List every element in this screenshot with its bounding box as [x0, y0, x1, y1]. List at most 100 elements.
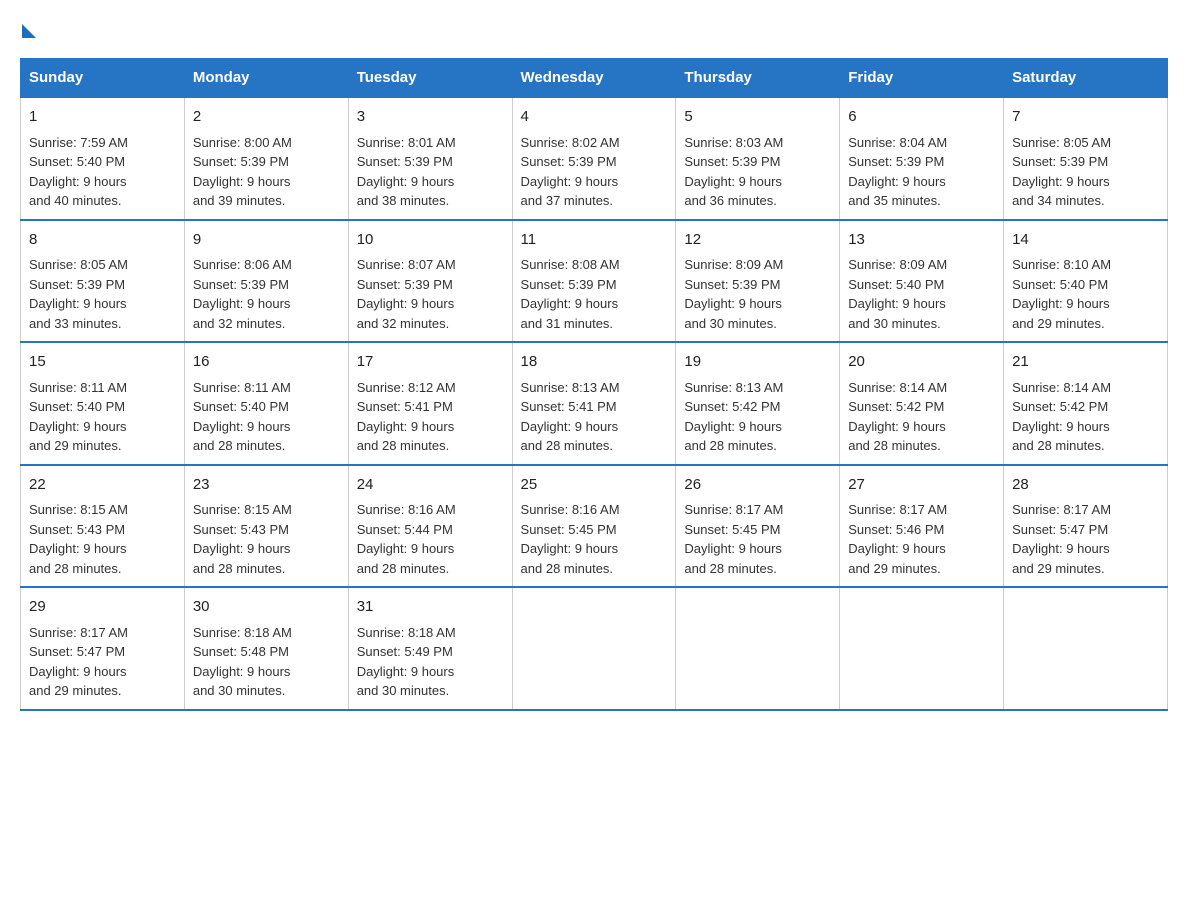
day-number: 26: [684, 474, 831, 497]
day-info: Sunrise: 8:18 AMSunset: 5:48 PMDaylight:…: [193, 625, 292, 699]
day-info: Sunrise: 8:14 AMSunset: 5:42 PMDaylight:…: [1012, 380, 1111, 454]
day-info: Sunrise: 8:01 AMSunset: 5:39 PMDaylight:…: [357, 135, 456, 209]
day-info: Sunrise: 8:02 AMSunset: 5:39 PMDaylight:…: [521, 135, 620, 209]
calendar-header-thursday: Thursday: [676, 59, 840, 98]
day-info: Sunrise: 8:18 AMSunset: 5:49 PMDaylight:…: [357, 625, 456, 699]
calendar-day-cell: 17 Sunrise: 8:12 AMSunset: 5:41 PMDaylig…: [348, 342, 512, 465]
calendar-day-cell: 26 Sunrise: 8:17 AMSunset: 5:45 PMDaylig…: [676, 465, 840, 588]
day-number: 21: [1012, 351, 1159, 374]
day-info: Sunrise: 8:07 AMSunset: 5:39 PMDaylight:…: [357, 257, 456, 331]
calendar-day-cell: 23 Sunrise: 8:15 AMSunset: 5:43 PMDaylig…: [184, 465, 348, 588]
calendar-header-row: SundayMondayTuesdayWednesdayThursdayFrid…: [21, 59, 1168, 98]
day-number: 28: [1012, 474, 1159, 497]
calendar-header-saturday: Saturday: [1004, 59, 1168, 98]
day-info: Sunrise: 8:16 AMSunset: 5:45 PMDaylight:…: [521, 502, 620, 576]
day-number: 19: [684, 351, 831, 374]
day-info: Sunrise: 8:12 AMSunset: 5:41 PMDaylight:…: [357, 380, 456, 454]
day-number: 4: [521, 106, 668, 129]
calendar-day-cell: 19 Sunrise: 8:13 AMSunset: 5:42 PMDaylig…: [676, 342, 840, 465]
day-info: Sunrise: 8:13 AMSunset: 5:42 PMDaylight:…: [684, 380, 783, 454]
calendar-day-cell: 22 Sunrise: 8:15 AMSunset: 5:43 PMDaylig…: [21, 465, 185, 588]
calendar-day-cell: 5 Sunrise: 8:03 AMSunset: 5:39 PMDayligh…: [676, 97, 840, 220]
day-info: Sunrise: 8:04 AMSunset: 5:39 PMDaylight:…: [848, 135, 947, 209]
calendar-day-cell: 10 Sunrise: 8:07 AMSunset: 5:39 PMDaylig…: [348, 220, 512, 343]
day-number: 16: [193, 351, 340, 374]
day-info: Sunrise: 8:17 AMSunset: 5:47 PMDaylight:…: [1012, 502, 1111, 576]
day-number: 5: [684, 106, 831, 129]
calendar-header-monday: Monday: [184, 59, 348, 98]
calendar-day-cell: 8 Sunrise: 8:05 AMSunset: 5:39 PMDayligh…: [21, 220, 185, 343]
day-number: 10: [357, 229, 504, 252]
day-info: Sunrise: 8:05 AMSunset: 5:39 PMDaylight:…: [29, 257, 128, 331]
day-info: Sunrise: 8:15 AMSunset: 5:43 PMDaylight:…: [29, 502, 128, 576]
calendar-day-cell: 1 Sunrise: 7:59 AMSunset: 5:40 PMDayligh…: [21, 97, 185, 220]
day-number: 13: [848, 229, 995, 252]
day-number: 1: [29, 106, 176, 129]
day-number: 3: [357, 106, 504, 129]
day-number: 22: [29, 474, 176, 497]
day-info: Sunrise: 8:03 AMSunset: 5:39 PMDaylight:…: [684, 135, 783, 209]
calendar-header-sunday: Sunday: [21, 59, 185, 98]
calendar-day-cell: 13 Sunrise: 8:09 AMSunset: 5:40 PMDaylig…: [840, 220, 1004, 343]
day-number: 23: [193, 474, 340, 497]
calendar-week-row: 22 Sunrise: 8:15 AMSunset: 5:43 PMDaylig…: [21, 465, 1168, 588]
day-number: 20: [848, 351, 995, 374]
calendar-day-cell: [1004, 587, 1168, 710]
calendar-day-cell: 15 Sunrise: 8:11 AMSunset: 5:40 PMDaylig…: [21, 342, 185, 465]
calendar-table: SundayMondayTuesdayWednesdayThursdayFrid…: [20, 58, 1168, 711]
day-info: Sunrise: 8:10 AMSunset: 5:40 PMDaylight:…: [1012, 257, 1111, 331]
calendar-day-cell: 30 Sunrise: 8:18 AMSunset: 5:48 PMDaylig…: [184, 587, 348, 710]
calendar-day-cell: 6 Sunrise: 8:04 AMSunset: 5:39 PMDayligh…: [840, 97, 1004, 220]
day-number: 25: [521, 474, 668, 497]
day-info: Sunrise: 8:11 AMSunset: 5:40 PMDaylight:…: [193, 380, 291, 454]
day-info: Sunrise: 8:09 AMSunset: 5:39 PMDaylight:…: [684, 257, 783, 331]
day-number: 27: [848, 474, 995, 497]
calendar-day-cell: 20 Sunrise: 8:14 AMSunset: 5:42 PMDaylig…: [840, 342, 1004, 465]
day-number: 24: [357, 474, 504, 497]
logo-blue-part: [20, 20, 36, 38]
calendar-day-cell: 24 Sunrise: 8:16 AMSunset: 5:44 PMDaylig…: [348, 465, 512, 588]
calendar-week-row: 15 Sunrise: 8:11 AMSunset: 5:40 PMDaylig…: [21, 342, 1168, 465]
page-header: [20, 20, 1168, 38]
calendar-day-cell: 18 Sunrise: 8:13 AMSunset: 5:41 PMDaylig…: [512, 342, 676, 465]
calendar-header-wednesday: Wednesday: [512, 59, 676, 98]
calendar-week-row: 8 Sunrise: 8:05 AMSunset: 5:39 PMDayligh…: [21, 220, 1168, 343]
day-number: 12: [684, 229, 831, 252]
calendar-day-cell: 14 Sunrise: 8:10 AMSunset: 5:40 PMDaylig…: [1004, 220, 1168, 343]
calendar-day-cell: 4 Sunrise: 8:02 AMSunset: 5:39 PMDayligh…: [512, 97, 676, 220]
calendar-day-cell: 29 Sunrise: 8:17 AMSunset: 5:47 PMDaylig…: [21, 587, 185, 710]
calendar-day-cell: 11 Sunrise: 8:08 AMSunset: 5:39 PMDaylig…: [512, 220, 676, 343]
day-info: Sunrise: 8:05 AMSunset: 5:39 PMDaylight:…: [1012, 135, 1111, 209]
day-info: Sunrise: 8:16 AMSunset: 5:44 PMDaylight:…: [357, 502, 456, 576]
calendar-day-cell: [512, 587, 676, 710]
calendar-day-cell: 2 Sunrise: 8:00 AMSunset: 5:39 PMDayligh…: [184, 97, 348, 220]
day-number: 8: [29, 229, 176, 252]
day-info: Sunrise: 8:14 AMSunset: 5:42 PMDaylight:…: [848, 380, 947, 454]
day-info: Sunrise: 8:15 AMSunset: 5:43 PMDaylight:…: [193, 502, 292, 576]
day-info: Sunrise: 8:17 AMSunset: 5:45 PMDaylight:…: [684, 502, 783, 576]
day-number: 6: [848, 106, 995, 129]
calendar-day-cell: 3 Sunrise: 8:01 AMSunset: 5:39 PMDayligh…: [348, 97, 512, 220]
day-number: 7: [1012, 106, 1159, 129]
day-number: 30: [193, 596, 340, 619]
calendar-day-cell: 9 Sunrise: 8:06 AMSunset: 5:39 PMDayligh…: [184, 220, 348, 343]
calendar-week-row: 1 Sunrise: 7:59 AMSunset: 5:40 PMDayligh…: [21, 97, 1168, 220]
day-info: Sunrise: 8:17 AMSunset: 5:46 PMDaylight:…: [848, 502, 947, 576]
day-number: 9: [193, 229, 340, 252]
day-number: 18: [521, 351, 668, 374]
day-number: 15: [29, 351, 176, 374]
calendar-day-cell: 16 Sunrise: 8:11 AMSunset: 5:40 PMDaylig…: [184, 342, 348, 465]
day-info: Sunrise: 8:13 AMSunset: 5:41 PMDaylight:…: [521, 380, 620, 454]
day-number: 31: [357, 596, 504, 619]
day-info: Sunrise: 8:00 AMSunset: 5:39 PMDaylight:…: [193, 135, 292, 209]
calendar-day-cell: [676, 587, 840, 710]
day-info: Sunrise: 8:17 AMSunset: 5:47 PMDaylight:…: [29, 625, 128, 699]
calendar-header-friday: Friday: [840, 59, 1004, 98]
day-info: Sunrise: 8:08 AMSunset: 5:39 PMDaylight:…: [521, 257, 620, 331]
day-number: 17: [357, 351, 504, 374]
day-number: 11: [521, 229, 668, 252]
day-info: Sunrise: 8:06 AMSunset: 5:39 PMDaylight:…: [193, 257, 292, 331]
calendar-day-cell: 25 Sunrise: 8:16 AMSunset: 5:45 PMDaylig…: [512, 465, 676, 588]
calendar-day-cell: 28 Sunrise: 8:17 AMSunset: 5:47 PMDaylig…: [1004, 465, 1168, 588]
calendar-header-tuesday: Tuesday: [348, 59, 512, 98]
